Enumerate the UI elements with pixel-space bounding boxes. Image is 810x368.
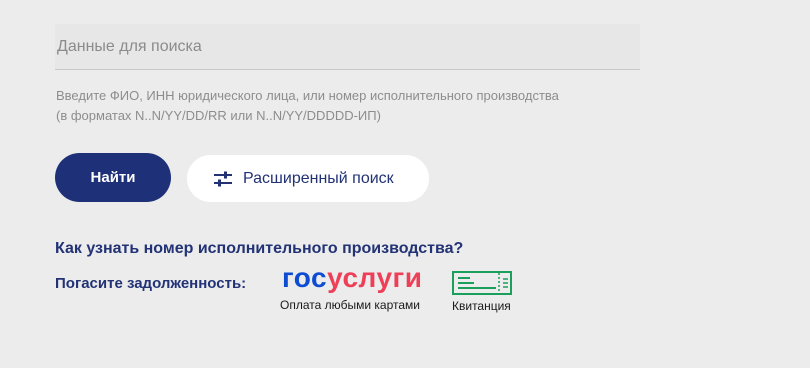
receipt-icon — [452, 271, 512, 295]
gosuslugi-logo-part2: услуги — [327, 262, 423, 293]
advanced-search-button[interactable]: Расширенный поиск — [187, 155, 429, 202]
gosuslugi-logo: госуслуги — [282, 262, 422, 294]
search-hint: Введите ФИО, ИНН юридического лица, или … — [56, 86, 559, 126]
find-button-label: Найти — [90, 169, 136, 186]
advanced-search-label: Расширенный поиск — [243, 169, 394, 187]
howto-find-number-link[interactable]: Как узнать номер исполнительного произво… — [55, 240, 463, 258]
search-hint-line-1: Введите ФИО, ИНН юридического лица, или … — [56, 88, 559, 103]
search-input[interactable] — [55, 24, 640, 70]
sliders-icon — [213, 169, 233, 189]
receipt-caption: Квитанция — [452, 299, 511, 313]
gosuslugi-logo-part1: гос — [282, 262, 328, 293]
receipt-download[interactable]: Квитанция — [450, 270, 520, 315]
search-hint-line-2: (в форматах N..N/YY/DD/RR или N..N/YY/DD… — [56, 108, 381, 123]
pay-debt-label: Погасите задолженность: — [55, 275, 247, 292]
gosuslugi-payment[interactable]: госуслуги Оплата любыми картами — [280, 262, 430, 317]
gosuslugi-caption: Оплата любыми картами — [280, 298, 420, 312]
find-button[interactable]: Найти — [55, 153, 171, 202]
